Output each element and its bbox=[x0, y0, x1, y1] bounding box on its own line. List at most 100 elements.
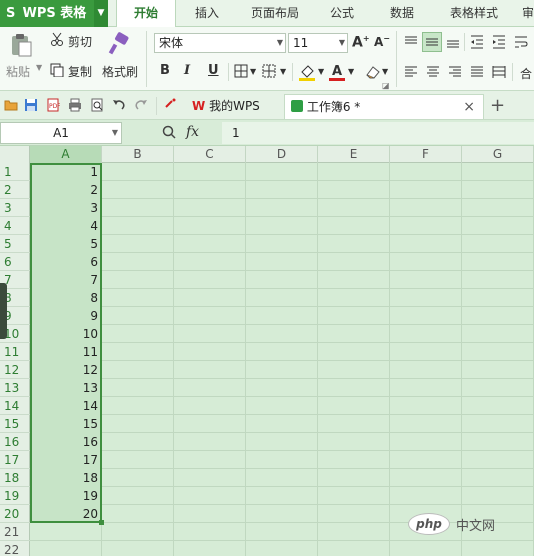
italic-button[interactable]: I bbox=[184, 63, 190, 78]
open-folder-icon[interactable] bbox=[4, 98, 18, 112]
font-color-icon[interactable]: A bbox=[328, 63, 346, 81]
doc-tab-my-wps[interactable]: W 我的WPS bbox=[186, 94, 282, 119]
cell-a9[interactable]: 9 bbox=[30, 307, 102, 325]
cell-a15[interactable]: 15 bbox=[30, 415, 102, 433]
row-header[interactable]: 1 bbox=[0, 163, 30, 181]
tab-formulas[interactable]: 公式 bbox=[318, 0, 366, 27]
cell-a16[interactable]: 16 bbox=[30, 433, 102, 451]
save-icon[interactable] bbox=[24, 98, 38, 112]
row-header[interactable]: 4 bbox=[0, 217, 30, 235]
doc-tab-workbook[interactable]: 工作簿6 * × bbox=[284, 94, 484, 119]
app-menu-button[interactable]: S WPS 表格 bbox=[0, 0, 94, 27]
redo-icon[interactable] bbox=[134, 98, 148, 112]
formula-input[interactable]: 1 bbox=[222, 122, 534, 144]
column-header-f[interactable]: F bbox=[390, 146, 462, 163]
print-preview-icon[interactable] bbox=[90, 98, 104, 112]
new-tab-button[interactable]: + bbox=[490, 95, 505, 116]
column-header-b[interactable]: B bbox=[102, 146, 174, 163]
row-header[interactable]: 13 bbox=[0, 379, 30, 397]
row-header[interactable]: 17 bbox=[0, 451, 30, 469]
borders-icon[interactable] bbox=[234, 64, 248, 78]
app-menu-dropdown-icon[interactable]: ▼ bbox=[94, 0, 108, 27]
cell-a2[interactable]: 2 bbox=[30, 181, 102, 199]
tab-review[interactable]: 审 bbox=[518, 0, 534, 27]
underline-button[interactable]: U bbox=[208, 63, 219, 78]
search-function-icon[interactable] bbox=[162, 125, 178, 141]
align-left-icon[interactable] bbox=[404, 65, 418, 79]
row-header[interactable]: 3 bbox=[0, 199, 30, 217]
cell-a18[interactable]: 18 bbox=[30, 469, 102, 487]
align-bottom-icon[interactable] bbox=[446, 35, 460, 49]
export-pdf-icon[interactable]: PDF bbox=[46, 98, 60, 112]
row-header[interactable]: 15 bbox=[0, 415, 30, 433]
cell-a5[interactable]: 5 bbox=[30, 235, 102, 253]
cell-a14[interactable]: 14 bbox=[30, 397, 102, 415]
cell-a17[interactable]: 17 bbox=[30, 451, 102, 469]
cell-a8[interactable]: 8 bbox=[30, 289, 102, 307]
cell-a12[interactable]: 12 bbox=[30, 361, 102, 379]
chevron-down-icon[interactable]: ▼ bbox=[348, 67, 354, 76]
chevron-down-icon[interactable]: ▼ bbox=[280, 67, 286, 76]
paste-dropdown-icon[interactable]: ▼ bbox=[36, 63, 42, 72]
cell-a1[interactable]: 1 bbox=[30, 163, 102, 181]
customize-toolbar-icon[interactable] bbox=[164, 98, 178, 112]
row-header[interactable]: 11 bbox=[0, 343, 30, 361]
row-header[interactable]: 21 bbox=[0, 523, 30, 541]
tab-data[interactable]: 数据 bbox=[376, 0, 428, 27]
font-size-select[interactable]: 11 ▼ bbox=[288, 33, 348, 53]
column-header-g[interactable]: G bbox=[462, 146, 534, 163]
copy-button[interactable]: 复制 bbox=[68, 63, 92, 80]
decrease-font-icon[interactable]: A− bbox=[374, 34, 390, 49]
cell-a6[interactable]: 6 bbox=[30, 253, 102, 271]
side-panel-handle[interactable] bbox=[0, 283, 7, 339]
increase-font-icon[interactable]: A+ bbox=[352, 34, 370, 51]
cell-a10[interactable]: 10 bbox=[30, 325, 102, 343]
paste-button[interactable]: 粘贴 bbox=[6, 63, 30, 80]
row-header[interactable]: 6 bbox=[0, 253, 30, 271]
column-header-d[interactable]: D bbox=[246, 146, 318, 163]
chevron-down-icon[interactable]: ▼ bbox=[250, 67, 256, 76]
align-right-icon[interactable] bbox=[448, 65, 462, 79]
row-header[interactable]: 22 bbox=[0, 541, 30, 556]
wrap-text-icon[interactable] bbox=[514, 35, 528, 49]
fill-color-icon[interactable] bbox=[298, 63, 316, 81]
bold-button[interactable]: B bbox=[160, 63, 170, 78]
chevron-down-icon[interactable]: ▼ bbox=[382, 67, 388, 76]
distribute-icon[interactable] bbox=[492, 65, 506, 79]
column-header-e[interactable]: E bbox=[318, 146, 390, 163]
tab-table-style[interactable]: 表格样式 bbox=[436, 0, 512, 27]
undo-icon[interactable] bbox=[112, 98, 126, 112]
cell-a4[interactable]: 4 bbox=[30, 217, 102, 235]
cell-a11[interactable]: 11 bbox=[30, 343, 102, 361]
cell-a13[interactable]: 13 bbox=[30, 379, 102, 397]
row-header[interactable]: 16 bbox=[0, 433, 30, 451]
font-name-select[interactable]: 宋体 ▼ bbox=[154, 33, 286, 53]
align-center-icon[interactable] bbox=[426, 65, 440, 79]
row-header[interactable]: 12 bbox=[0, 361, 30, 379]
row-header[interactable]: 2 bbox=[0, 181, 30, 199]
tab-page-layout[interactable]: 页面布局 bbox=[240, 0, 310, 27]
justify-icon[interactable] bbox=[470, 65, 484, 79]
cell-a20[interactable]: 20 bbox=[30, 505, 102, 523]
increase-indent-icon[interactable] bbox=[492, 35, 506, 49]
worksheet-grid[interactable]: ABCDEFG 1 2 3 4 5 6 7 8 9 10 11 12 13 14 15 16 17 18 19 20 2… bbox=[0, 146, 534, 556]
merge-center-button[interactable]: 合 bbox=[520, 65, 532, 82]
row-header[interactable]: 18 bbox=[0, 469, 30, 487]
paste-icon[interactable] bbox=[10, 33, 32, 57]
cell-a3[interactable]: 3 bbox=[30, 199, 102, 217]
align-top-icon[interactable] bbox=[404, 35, 418, 49]
cell-a19[interactable]: 19 bbox=[30, 487, 102, 505]
print-icon[interactable] bbox=[68, 98, 82, 112]
tab-home[interactable]: 开始 bbox=[116, 0, 176, 27]
row-header[interactable]: 20 bbox=[0, 505, 30, 523]
row-header[interactable]: 19 bbox=[0, 487, 30, 505]
cell-a7[interactable]: 7 bbox=[30, 271, 102, 289]
row-header[interactable]: 14 bbox=[0, 397, 30, 415]
select-all-corner[interactable] bbox=[0, 146, 30, 163]
column-header-a[interactable]: A bbox=[30, 146, 102, 163]
name-box[interactable]: A1 ▼ bbox=[0, 122, 122, 144]
column-header-c[interactable]: C bbox=[174, 146, 246, 163]
tab-insert[interactable]: 插入 bbox=[182, 0, 232, 27]
font-dialog-launcher-icon[interactable]: ◪ bbox=[382, 81, 390, 90]
insert-function-button[interactable]: fx bbox=[186, 124, 199, 140]
